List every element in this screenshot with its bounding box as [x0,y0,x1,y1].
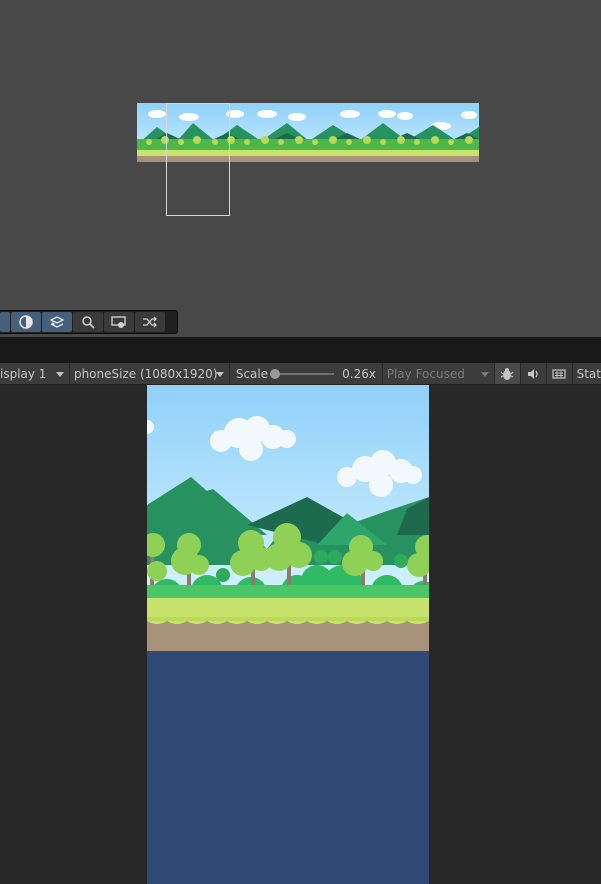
circle-half-icon[interactable] [11,312,41,332]
resolution-label: phoneSize (1080x1920) [73,366,218,381]
play-mode-dropdown[interactable]: Play Focused [383,363,495,384]
shuffle-icon[interactable] [135,312,165,332]
stats-button[interactable]: Stat [573,363,601,384]
search-icon[interactable] [73,312,103,332]
scale-label: Scale [235,366,269,381]
chevron-down-icon [215,371,224,377]
chevron-down-icon [55,371,64,377]
scale-slider[interactable] [270,368,335,379]
display-label: isplay 1 [0,366,47,381]
audio-icon[interactable] [521,363,547,384]
game-view-toolbar: isplay 1 phoneSize (1080x1920) Scale 0.2… [0,363,601,385]
move-tool-icon[interactable] [0,312,10,332]
scale-control: Scale 0.26x [230,363,383,384]
scene-overlay-toolbar [0,310,178,334]
camera-frame-gizmo[interactable] [166,103,230,216]
chevron-down-icon [480,371,489,377]
scene-view[interactable] [0,0,601,337]
scale-value: 0.26x [342,366,376,381]
stats-label: Stat [576,366,601,381]
game-screen[interactable] [147,385,429,884]
game-view-tab-strip [0,337,601,363]
play-mode-label: Play Focused [386,366,465,381]
editor-window: isplay 1 phoneSize (1080x1920) Scale 0.2… [0,0,601,884]
resolution-dropdown[interactable]: phoneSize (1080x1920) [70,363,230,384]
layers-icon[interactable] [42,312,72,332]
camera-preview-icon[interactable] [104,312,134,332]
scale-slider-thumb[interactable] [270,368,281,379]
bug-icon[interactable] [494,363,521,384]
keyboard-icon[interactable] [547,363,573,384]
game-view[interactable]: isplay 1 phoneSize (1080x1920) Scale 0.2… [0,337,601,884]
game-background [147,385,429,884]
display-dropdown[interactable]: isplay 1 [0,363,70,384]
